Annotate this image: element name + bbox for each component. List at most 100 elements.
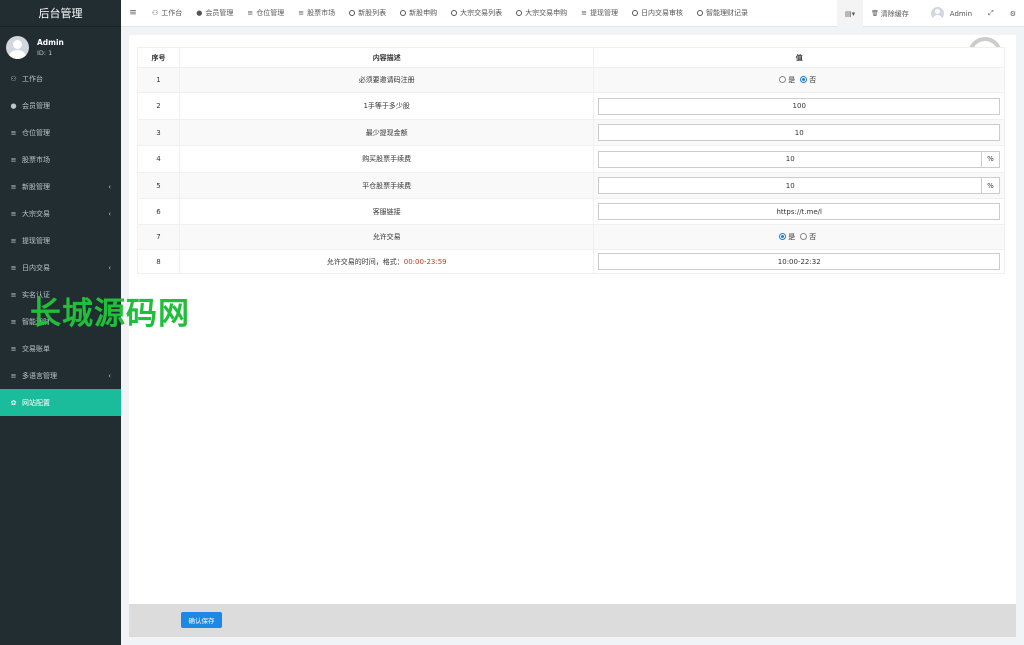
save-button[interactable]: 确认保存 [181,612,222,628]
header-desc: 内容描述 [178,47,595,68]
tab-3[interactable]: ≡ 股票市场 [291,0,342,27]
avatar [6,35,29,59]
sidebar-item-12[interactable]: ✿ 网站配置 [0,389,121,416]
sidebar-item-11[interactable]: ≡ 多语言管理 ‹ [0,362,121,389]
tab-5[interactable]: 新股申购 [393,0,444,27]
tab-6[interactable]: 大宗交易列表 [444,0,509,27]
tab-bar: ⚇ 工作台 ● 会员管理 ≡ 仓位管理 ≡ 股票市场 新股列表 新股申购 大宗交易列表 大宗交易申购 ≡… [145,0,755,27]
value-input[interactable]: 10 [598,124,1000,141]
fullscreen-icon[interactable]: ⤢ [980,0,1002,27]
sidebar-item-label: 交易账单 [22,344,50,353]
value-input[interactable]: 10 [598,177,982,194]
sidebar-item-0[interactable]: ⚇ 工作台 [0,65,121,92]
chevron-left-icon: ‹ [108,263,111,272]
sidebar-item-6[interactable]: ≡ 提现管理 [0,227,121,254]
user-menu-label: Admin [949,9,973,18]
circle-icon [632,10,639,16]
value-input[interactable]: https://t.me/l [598,203,1000,220]
app-logo[interactable]: 后台管理 [0,0,121,27]
tab-9[interactable]: 日内交易审核 [625,0,690,27]
sidebar-item-2[interactable]: ≡ 仓位管理 [0,119,121,146]
config-table: 序号 内容描述 值 1 必须要邀请码注册是否 2 1手等于多少股 100 3 最少提现金额 1… [137,47,1005,274]
sidebar-item-3[interactable]: ≡ 股票市场 [0,146,121,173]
clear-cache-button[interactable]: 🗑 清除缓存 [863,0,917,27]
value-input[interactable]: 10:00-22:32 [598,253,1000,270]
list-icon: ≡ [581,9,588,17]
radio-button[interactable] [779,233,787,241]
watermark: 长城源码网 [30,296,190,332]
tab-8[interactable]: ≡ 提现管理 [574,0,625,27]
table-row: 5 平仓股票手续费 10% [137,172,1005,199]
menu-toggle-icon[interactable]: ≡ [121,8,145,18]
row-desc-cell: 1手等于多少股 [178,92,595,120]
tab-1[interactable]: ● 会员管理 [189,0,240,27]
row-number: 1 [137,67,180,93]
tab-label: 股票市场 [307,9,336,17]
list-icon: ≡ [298,9,305,17]
tab-0[interactable]: ⚇ 工作台 [145,0,189,27]
radio-label: 否 [809,75,817,84]
sidebar-item-7[interactable]: ≡ 日内交易 ‹ [0,254,121,281]
row-value-cell: 10% [593,172,1005,199]
sidebar-item-1[interactable]: ● 会员管理 [0,92,121,119]
row-desc: 客服链接 [372,207,401,216]
sidebar-menu: ⚇ 工作台 ● 会员管理 ≡ 仓位管理 ≡ 股票市场 ≡ 新股管理 ‹ ≡ 大宗交易 ‹ ≡ 提现管理 ≡ 日内交… [0,65,121,416]
row-desc-cell: 允许交易 [178,224,595,250]
chevron-left-icon: ‹ [108,182,111,191]
radio-button[interactable] [779,76,787,84]
row-number: 5 [137,172,180,199]
header-value: 值 [593,47,1005,68]
header-no: 序号 [137,47,180,68]
dashboard-icon: ⚇ [10,74,17,83]
row-value-cell: 10 [593,119,1005,146]
tab-label: 日内交易审核 [641,9,684,17]
row-desc-cell: 客服链接 [178,198,595,225]
user-panel: Admin ID: 1 [0,29,121,65]
row-desc-cell: 最少提现金额 [178,119,595,146]
table-row: 1 必须要邀请码注册是否 [137,67,1005,93]
circle-icon [516,10,523,16]
tab-label: 大宗交易列表 [460,9,503,17]
list-icon: ≡ [10,263,17,272]
tab-7[interactable]: 大宗交易申购 [509,0,574,27]
sidebar-item-label: 多语言管理 [22,371,57,380]
sidebar-item-10[interactable]: ≡ 交易账单 [0,335,121,362]
list-icon: ≡ [10,182,17,191]
chevron-left-icon: ‹ [108,209,111,218]
row-desc: 平仓股票手续费 [362,181,412,190]
radio-group: 是否 [779,232,819,242]
sidebar-item-label: 提现管理 [22,236,50,245]
value-input[interactable]: 100 [598,97,1000,115]
tab-2[interactable]: ≡ 仓位管理 [240,0,291,27]
row-desc-cell: 允许交易的时间，格式：00:00-23:59 [178,249,595,274]
row-desc: 允许交易的时间，格式： [326,257,404,266]
settings-icon[interactable]: ⚙ [1002,0,1024,27]
circle-icon [697,10,704,16]
row-desc: 必须要邀请码注册 [358,76,415,84]
radio-label: 否 [809,232,817,241]
sidebar-item-label: 大宗交易 [22,209,50,218]
tab-10[interactable]: 智能理财记录 [690,0,755,27]
list-icon: ≡ [10,371,17,380]
value-input[interactable]: 10 [598,150,982,168]
table-row: 3 最少提现金额 10 [137,119,1005,146]
sidebar-item-label: 会员管理 [22,101,50,110]
sidebar-item-label: 股票市场 [22,155,50,164]
circle-icon [349,10,356,16]
radio-label: 是 [788,232,796,241]
row-number: 8 [137,249,180,274]
sidebar-item-4[interactable]: ≡ 新股管理 ‹ [0,173,121,200]
top-navbar: ≡ ⚇ 工作台 ● 会员管理 ≡ 仓位管理 ≡ 股票市场 新股列表 新股申购 大宗交易列表 大宗交易申… [121,0,1024,27]
user-menu[interactable]: Admin [917,0,980,27]
user-name: Admin [37,37,64,47]
tab-4[interactable]: 新股列表 [342,0,393,27]
list-icon: ≡ [10,128,17,137]
tab-label: 工作台 [161,9,183,17]
radio-button[interactable] [800,233,808,241]
row-value-cell: 10:00-22:32 [593,249,1005,274]
radio-button[interactable] [800,76,808,84]
list-icon: ≡ [10,290,17,299]
sidebar-item-5[interactable]: ≡ 大宗交易 ‹ [0,200,121,227]
layout-dropdown[interactable]: ▤▾ [837,0,864,27]
table-row: 2 1手等于多少股 100 [137,92,1005,120]
